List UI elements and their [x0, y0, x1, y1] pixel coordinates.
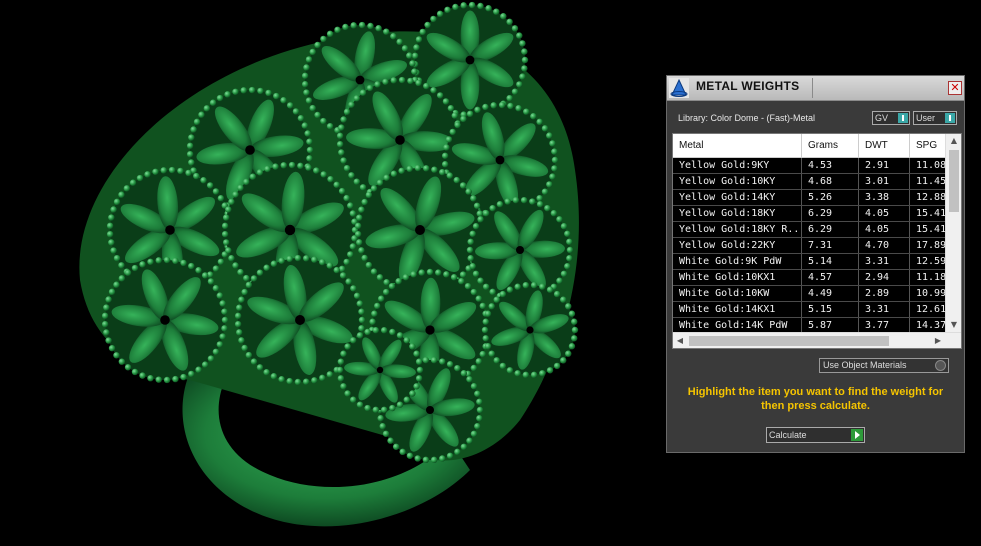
table-row[interactable]: White Gold:10KX1 4.57 2.94 11.18: [673, 270, 950, 286]
dwt-cell: 3.01: [859, 174, 910, 189]
scroll-thumb[interactable]: [689, 336, 889, 346]
table-header: Metal Grams DWT SPG: [673, 134, 950, 158]
calculate-button[interactable]: Calculate: [766, 427, 865, 443]
spg-cell: 15.41: [910, 206, 950, 221]
instruction-text: Highlight the item you want to find the …: [687, 386, 944, 412]
dwt-cell: 3.31: [859, 302, 910, 317]
dwt-cell: 3.77: [859, 318, 910, 333]
dwt-cell: 4.05: [859, 222, 910, 237]
title-divider: [812, 78, 813, 98]
ring-model: [79, 1, 579, 527]
spg-cell: 11.45: [910, 174, 950, 189]
scroll-thumb[interactable]: [949, 150, 959, 212]
column-header-spg[interactable]: SPG: [910, 134, 950, 157]
table-row[interactable]: White Gold:14KX1 5.15 3.31 12.61: [673, 302, 950, 318]
table-row[interactable]: Yellow Gold:9KY 4.53 2.91 11.08: [673, 158, 950, 174]
metal-weights-table[interactable]: Metal Grams DWT SPG Yellow Gold:9KY 4.53 2…: [672, 133, 962, 349]
metal-cell: White Gold:14KX1: [673, 302, 802, 317]
metal-cell: Yellow Gold:22KY: [673, 238, 802, 253]
spg-cell: 11.18: [910, 270, 950, 285]
column-header-metal[interactable]: Metal: [673, 134, 802, 157]
table-body: Yellow Gold:9KY 4.53 2.91 11.08 Yellow Gold:…: [673, 158, 950, 334]
grams-cell: 6.29: [802, 222, 859, 237]
calculate-label: Calculate: [769, 430, 807, 440]
spg-cell: 12.61: [910, 302, 950, 317]
horizontal-scrollbar[interactable]: ◀ ▶: [673, 332, 961, 348]
play-icon: [851, 429, 863, 441]
spg-cell: 11.08: [910, 158, 950, 173]
gv-toggle-label: GV: [875, 113, 889, 123]
spg-cell: 17.89: [910, 238, 950, 253]
metal-weights-panel: METAL WEIGHTS ✕ Library: Color Dome - (F…: [666, 75, 965, 453]
grams-cell: 6.29: [802, 206, 859, 221]
metal-cell: White Gold:9K PdW: [673, 254, 802, 269]
metal-cell: Yellow Gold:10KY: [673, 174, 802, 189]
toggle-knob-icon: [898, 113, 908, 123]
spg-cell: 12.88: [910, 190, 950, 205]
scroll-up-icon[interactable]: ▲: [946, 134, 961, 148]
table-row[interactable]: Yellow Gold:10KY 4.68 3.01 11.45: [673, 174, 950, 190]
panel-title: METAL WEIGHTS: [696, 79, 800, 93]
close-button[interactable]: ✕: [948, 81, 962, 95]
3d-viewport[interactable]: [0, 0, 660, 546]
use-object-materials-label: Use Object Materials: [823, 360, 907, 370]
table-row[interactable]: Yellow Gold:14KY 5.26 3.38 12.88: [673, 190, 950, 206]
table-row[interactable]: Yellow Gold:18KY 6.29 4.05 15.41: [673, 206, 950, 222]
spg-cell: 15.41: [910, 222, 950, 237]
column-header-dwt[interactable]: DWT: [859, 134, 910, 157]
library-label: Library: Color Dome - (Fast)-Metal: [678, 113, 816, 123]
grams-cell: 4.49: [802, 286, 859, 301]
grams-cell: 5.15: [802, 302, 859, 317]
scroll-right-icon[interactable]: ▶: [931, 333, 945, 348]
toggle-knob-icon: [945, 113, 955, 123]
dwt-cell: 4.70: [859, 238, 910, 253]
scroll-left-icon[interactable]: ◀: [673, 333, 687, 348]
gv-toggle[interactable]: GV: [872, 111, 910, 125]
metal-cell: White Gold:14K PdW: [673, 318, 802, 333]
grams-cell: 4.57: [802, 270, 859, 285]
metal-cell: Yellow Gold:9KY: [673, 158, 802, 173]
spg-cell: 10.99: [910, 286, 950, 301]
dwt-cell: 3.38: [859, 190, 910, 205]
spg-cell: 14.37: [910, 318, 950, 333]
column-header-grams[interactable]: Grams: [802, 134, 859, 157]
spg-cell: 12.59: [910, 254, 950, 269]
user-toggle-label: User: [916, 113, 936, 123]
radio-icon[interactable]: [935, 360, 946, 371]
grams-cell: 5.14: [802, 254, 859, 269]
dwt-cell: 2.91: [859, 158, 910, 173]
metal-cell: Yellow Gold:18KY: [673, 206, 802, 221]
use-object-materials-option[interactable]: Use Object Materials: [819, 358, 949, 373]
metal-cell: Yellow Gold:14KY: [673, 190, 802, 205]
plugin-logo-icon: [669, 78, 689, 98]
grams-cell: 7.31: [802, 238, 859, 253]
dwt-cell: 4.05: [859, 206, 910, 221]
dwt-cell: 3.31: [859, 254, 910, 269]
table-row[interactable]: Yellow Gold:22KY 7.31 4.70 17.89: [673, 238, 950, 254]
table-row[interactable]: White Gold:10KW 4.49 2.89 10.99: [673, 286, 950, 302]
scroll-down-icon[interactable]: ▼: [946, 318, 961, 332]
grams-cell: 5.87: [802, 318, 859, 333]
user-toggle[interactable]: User: [913, 111, 957, 125]
dwt-cell: 2.94: [859, 270, 910, 285]
metal-cell: White Gold:10KW: [673, 286, 802, 301]
grams-cell: 5.26: [802, 190, 859, 205]
dwt-cell: 2.89: [859, 286, 910, 301]
grams-cell: 4.53: [802, 158, 859, 173]
grams-cell: 4.68: [802, 174, 859, 189]
panel-titlebar[interactable]: METAL WEIGHTS ✕: [667, 76, 964, 101]
table-row[interactable]: Yellow Gold:18KY R... 6.29 4.05 15.41: [673, 222, 950, 238]
vertical-scrollbar[interactable]: ▲ ▼: [945, 134, 961, 332]
metal-cell: Yellow Gold:18KY R...: [673, 222, 802, 237]
metal-cell: White Gold:10KX1: [673, 270, 802, 285]
table-row[interactable]: White Gold:9K PdW 5.14 3.31 12.59: [673, 254, 950, 270]
